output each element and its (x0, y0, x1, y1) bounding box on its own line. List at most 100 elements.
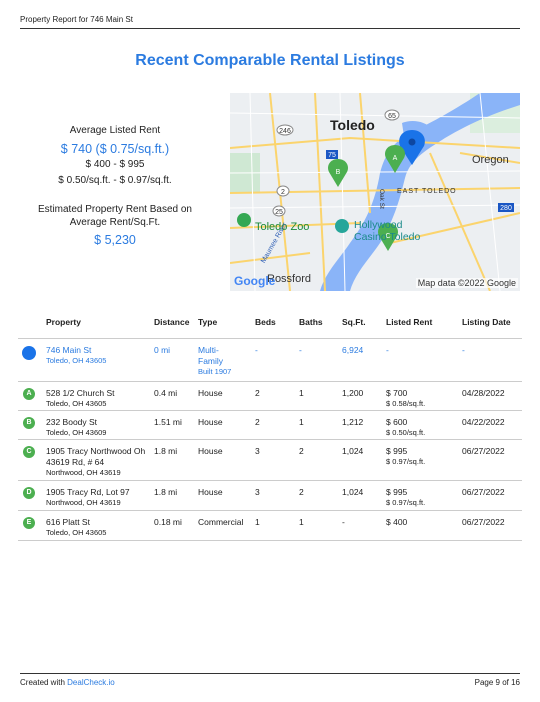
svg-text:75: 75 (328, 152, 336, 159)
svg-text:65: 65 (388, 113, 396, 120)
table-row[interactable]: B 232 Boody St Toledo, OH 43609 1.51 mi … (18, 411, 522, 440)
row-rent: $ 995 (386, 446, 408, 456)
row-type: House (198, 446, 223, 456)
col-header-listed-rent: Listed Rent (386, 317, 433, 327)
subject-beds: - (255, 345, 258, 355)
row-distance: 0.18 mi (154, 517, 182, 527)
footer-created-prefix: Created with (20, 678, 65, 687)
row-sqft: 1,024 (342, 446, 364, 456)
page-title: Recent Comparable Rental Listings (135, 52, 405, 69)
map-label-oregon: Oregon (472, 154, 509, 166)
subject-address: 746 Main St (46, 345, 92, 355)
rent-summary: Average Listed Rent $ 740 ($ 0.75/sq.ft.… (20, 124, 210, 247)
col-header-beds: Beds (255, 317, 276, 327)
table-row[interactable]: C 1905 Tracy Northwood Oh 43619 Rd, # 64… (18, 440, 522, 481)
row-date: 04/22/2022 (462, 417, 505, 427)
row-beds: 2 (255, 388, 260, 398)
row-baths: 2 (299, 446, 304, 456)
estimated-rent-value: $ 5,230 (94, 233, 136, 247)
estimated-rent-label: Estimated Property Rent Based on Average… (38, 204, 192, 228)
row-baths: 1 (299, 388, 304, 398)
subject-distance: 0 mi (154, 345, 171, 355)
row-date: 06/27/2022 (462, 446, 505, 456)
row-sqft: 1,024 (342, 487, 364, 497)
row-address: 232 Boody St (46, 417, 98, 427)
map-label-east-toledo: EAST TOLEDO (397, 188, 457, 195)
footer-divider (20, 673, 520, 674)
row-city: Toledo, OH 43609 (46, 428, 107, 437)
marker-c-icon: C (23, 446, 35, 458)
google-logo: Google (234, 274, 276, 288)
row-type: Commercial (198, 517, 244, 527)
row-address: 616 Platt St (46, 517, 90, 527)
average-rent-label: Average Listed Rent (69, 125, 161, 136)
row-sqft: 1,212 (342, 417, 364, 427)
row-rent-sqft: $ 0.97/sq.ft. (386, 498, 426, 507)
table-row[interactable]: D 1905 Tracy Rd, Lot 97 Northwood, OH 43… (18, 481, 522, 511)
col-header-sqft: Sq.Ft. (342, 317, 366, 327)
row-beds: 3 (255, 487, 260, 497)
row-rent: $ 400 (386, 517, 408, 527)
table-header-row: Property Distance Type Beds Baths Sq.Ft.… (18, 314, 522, 339)
row-rent-sqft: $ 0.97/sq.ft. (386, 457, 426, 466)
row-distance: 1.8 mi (154, 446, 178, 456)
row-baths: 1 (299, 417, 304, 427)
svg-text:B: B (336, 169, 341, 176)
row-baths: 2 (299, 487, 304, 497)
table-row[interactable]: A 528 1/2 Church St Toledo, OH 43605 0.4… (18, 382, 522, 411)
row-rent-sqft: $ 0.58/sq.ft. (386, 399, 426, 408)
subject-city: Toledo, OH 43605 (46, 356, 107, 365)
marker-b-icon: B (23, 417, 35, 429)
row-sqft: 1,200 (342, 388, 364, 398)
row-city: Toledo, OH 43605 (46, 528, 107, 537)
average-rent-value: $ 740 ($ 0.75/sq.ft.) (60, 142, 170, 156)
row-rent: $ 600 (386, 417, 408, 427)
row-baths: 1 (299, 517, 304, 527)
marker-a-icon: A (23, 388, 35, 400)
row-city: Toledo, OH 43605 (46, 399, 107, 408)
col-header-property: Property (46, 317, 81, 327)
row-address: 1905 Tracy Northwood Oh 43619 Rd, # 64 (46, 446, 146, 467)
header-divider (20, 28, 520, 29)
row-distance: 1.8 mi (154, 487, 178, 497)
col-header-distance: Distance (154, 317, 190, 327)
row-address: 528 1/2 Church St (46, 388, 115, 398)
report-header-title: Property Report for 746 Main St (20, 15, 133, 24)
row-sqft: - (342, 517, 345, 527)
row-beds: 1 (255, 517, 260, 527)
row-type: House (198, 388, 223, 398)
row-date: 06/27/2022 (462, 487, 505, 497)
dealcheck-link[interactable]: DealCheck.io (67, 678, 115, 687)
row-distance: 0.4 mi (154, 388, 178, 398)
row-date: 04/28/2022 (462, 388, 505, 398)
row-city: Northwood, OH 43619 (46, 468, 121, 477)
row-rent: $ 700 (386, 388, 408, 398)
footer-credit: Created with DealCheck.io (20, 678, 115, 687)
svg-text:280: 280 (500, 205, 512, 212)
subject-marker-icon (22, 346, 36, 360)
row-rent: $ 995 (386, 487, 408, 497)
col-header-type: Type (198, 317, 218, 327)
comparables-map[interactable]: 65 246 75 2 25 280 A B C Toledo Oregon E… (230, 93, 520, 291)
svg-text:A: A (393, 155, 398, 162)
map-label-casino: Hollywood Casino Toledo (354, 219, 421, 243)
table-row[interactable]: E 616 Platt St Toledo, OH 43605 0.18 mi … (18, 511, 522, 541)
subject-type: Multi-Family (198, 345, 224, 366)
row-type: House (198, 487, 223, 497)
page-number: Page 9 of 16 (474, 678, 520, 687)
svg-text:246: 246 (279, 128, 291, 135)
subject-property-row[interactable]: 746 Main St Toledo, OH 43605 0 mi Multi-… (18, 339, 522, 382)
rent-per-sqft-range: $ 0.50/sq.ft. - $ 0.97/sq.ft. (58, 175, 172, 186)
row-address: 1905 Tracy Rd, Lot 97 (46, 487, 130, 497)
subject-date: - (462, 345, 465, 355)
subject-rent: - (386, 345, 389, 355)
subject-built: Built 1907 (198, 367, 232, 376)
marker-e-icon: E (23, 517, 35, 529)
col-header-baths: Baths (299, 317, 323, 327)
rent-range: $ 400 - $ 995 (85, 159, 145, 170)
col-header-listing-date: Listing Date (462, 317, 511, 327)
map-attribution: Map data ©2022 Google (415, 278, 518, 288)
subject-baths: - (299, 345, 302, 355)
row-rent-sqft: $ 0.50/sq.ft. (386, 428, 426, 437)
row-beds: 2 (255, 417, 260, 427)
